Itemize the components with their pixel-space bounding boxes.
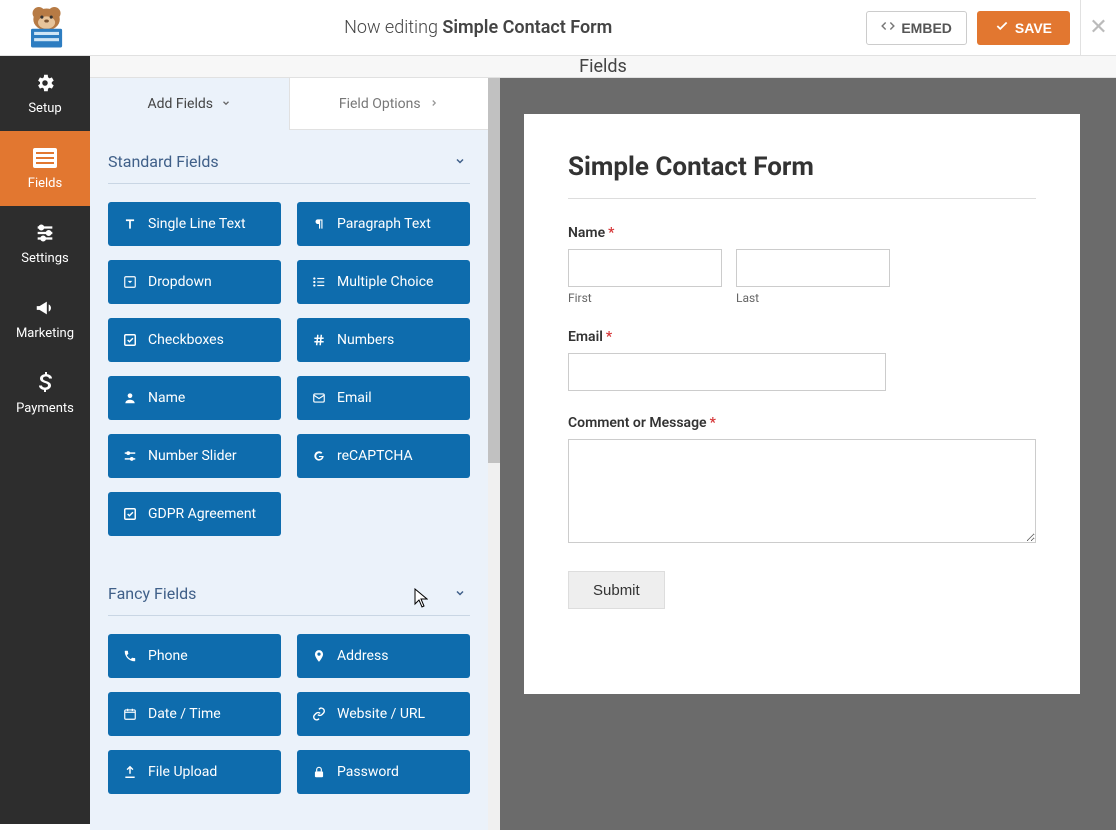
- section-header: Fields: [90, 56, 1116, 78]
- sliders-h-icon: [122, 448, 138, 464]
- field-multiple-choice[interactable]: Multiple Choice: [297, 260, 470, 304]
- sidebar: Setup Fields Settings Marketing Payments: [0, 56, 90, 824]
- field-password[interactable]: Password: [297, 750, 470, 794]
- panel-scrollbar[interactable]: [488, 78, 500, 830]
- group-standard-fields[interactable]: Standard Fields: [108, 130, 470, 184]
- field-number-slider[interactable]: Number Slider: [108, 434, 281, 478]
- sublabel-first: First: [568, 291, 722, 305]
- code-icon: [881, 19, 895, 36]
- lock-icon: [311, 764, 327, 780]
- chevron-down-icon: [454, 584, 466, 603]
- close-icon: ✕: [1089, 15, 1107, 40]
- paragraph-icon: [311, 216, 327, 232]
- sidebar-item-label: Setup: [28, 101, 61, 116]
- field-label: Email*: [568, 329, 1036, 345]
- sidebar-item-fields[interactable]: Fields: [0, 131, 90, 206]
- sidebar-item-payments[interactable]: Payments: [0, 356, 90, 431]
- preview-name-field[interactable]: Name* First Last: [568, 225, 1036, 305]
- field-recaptcha[interactable]: reCAPTCHA: [297, 434, 470, 478]
- gear-icon: [33, 71, 57, 95]
- sidebar-item-setup[interactable]: Setup: [0, 56, 90, 131]
- sidebar-item-label: Fields: [28, 176, 62, 191]
- field-label: Name*: [568, 225, 1036, 241]
- link-icon: [311, 706, 327, 722]
- message-textarea[interactable]: [568, 439, 1036, 543]
- sidebar-item-settings[interactable]: Settings: [0, 206, 90, 281]
- field-dropdown[interactable]: Dropdown: [108, 260, 281, 304]
- embed-button[interactable]: EMBED: [866, 11, 967, 45]
- sliders-icon: [33, 221, 57, 245]
- sidebar-item-marketing[interactable]: Marketing: [0, 281, 90, 356]
- field-paragraph-text[interactable]: Paragraph Text: [297, 202, 470, 246]
- field-address[interactable]: Address: [297, 634, 470, 678]
- field-numbers[interactable]: Numbers: [297, 318, 470, 362]
- check-square-icon: [122, 332, 138, 348]
- list-icon: [33, 146, 57, 170]
- last-name-input[interactable]: [736, 249, 890, 287]
- tab-add-fields[interactable]: Add Fields: [90, 78, 289, 130]
- sidebar-item-label: Marketing: [16, 326, 74, 341]
- envelope-icon: [311, 390, 327, 406]
- group-fancy-fields[interactable]: Fancy Fields: [108, 562, 470, 616]
- phone-icon: [122, 648, 138, 664]
- divider: [568, 198, 1036, 199]
- sidebar-item-label: Payments: [16, 401, 74, 416]
- hashtag-icon: [311, 332, 327, 348]
- page-title: Now editing Simple Contact Form: [90, 17, 866, 38]
- submit-button[interactable]: Submit: [568, 571, 665, 609]
- field-email[interactable]: Email: [297, 376, 470, 420]
- field-date-time[interactable]: Date / Time: [108, 692, 281, 736]
- tab-field-options[interactable]: Field Options: [289, 78, 489, 130]
- dollar-icon: [33, 371, 57, 395]
- save-button[interactable]: SAVE: [977, 11, 1070, 45]
- app-logo: [0, 0, 90, 56]
- field-checkboxes[interactable]: Checkboxes: [108, 318, 281, 362]
- field-website-url[interactable]: Website / URL: [297, 692, 470, 736]
- check-icon: [995, 19, 1009, 36]
- map-marker-icon: [311, 648, 327, 664]
- google-icon: [311, 448, 327, 464]
- bullhorn-icon: [33, 296, 57, 320]
- chevron-down-icon: [221, 96, 231, 112]
- field-phone[interactable]: Phone: [108, 634, 281, 678]
- field-name[interactable]: Name: [108, 376, 281, 420]
- calendar-icon: [122, 706, 138, 722]
- top-header: Now editing Simple Contact Form EMBED SA…: [0, 0, 1116, 56]
- close-button[interactable]: ✕: [1080, 0, 1116, 56]
- chevron-right-icon: [429, 96, 439, 112]
- text-icon: [122, 216, 138, 232]
- user-icon: [122, 390, 138, 406]
- field-single-line-text[interactable]: Single Line Text: [108, 202, 281, 246]
- chevron-down-icon: [454, 152, 466, 171]
- sidebar-item-label: Settings: [21, 251, 68, 266]
- form-title: Simple Contact Form: [568, 152, 1036, 182]
- form-preview: Simple Contact Form Name* First Last: [488, 78, 1116, 830]
- preview-message-field[interactable]: Comment or Message*: [568, 415, 1036, 547]
- field-label: Comment or Message*: [568, 415, 1036, 431]
- upload-icon: [122, 764, 138, 780]
- email-input[interactable]: [568, 353, 886, 391]
- check-square-icon: [122, 506, 138, 522]
- field-gdpr-agreement[interactable]: GDPR Agreement: [108, 492, 281, 536]
- list-ul-icon: [311, 274, 327, 290]
- caret-square-icon: [122, 274, 138, 290]
- field-file-upload[interactable]: File Upload: [108, 750, 281, 794]
- preview-email-field[interactable]: Email*: [568, 329, 1036, 391]
- first-name-input[interactable]: [568, 249, 722, 287]
- fields-panel: Add Fields Field Options: [90, 78, 488, 830]
- form-card: Simple Contact Form Name* First Last: [524, 114, 1080, 694]
- sublabel-last: Last: [736, 291, 890, 305]
